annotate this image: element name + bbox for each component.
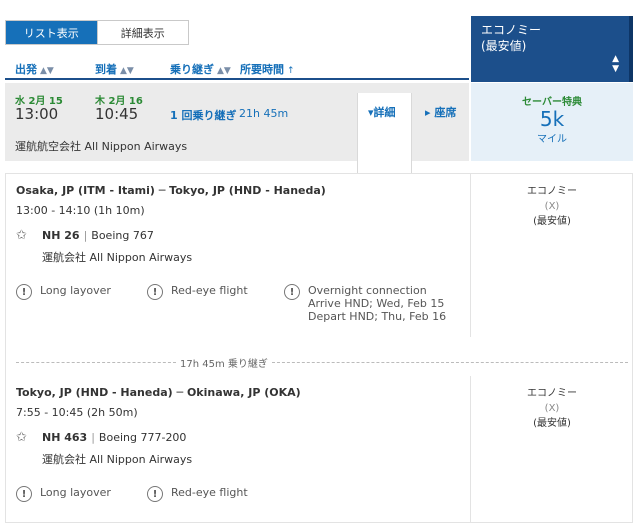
fare-unit: マイル <box>537 134 567 145</box>
sort-arrive[interactable]: 到着 ▲▼ <box>95 61 134 77</box>
sort-icon: ▲▼ <box>612 54 619 74</box>
seats-label: 座席 <box>434 106 457 119</box>
details-toggle[interactable]: ▾詳細 <box>368 104 396 120</box>
operated-by: 運航航空会社 All Nippon Airways <box>15 140 188 153</box>
warning-long-layover: ! Long layover <box>16 486 111 502</box>
details-tab[interactable]: ▾詳細 <box>357 93 412 173</box>
cabin-code: (X) <box>544 201 560 212</box>
fare-header-subtitle: (最安値) <box>481 39 527 53</box>
warning-long-layover: ! Long layover <box>16 284 111 300</box>
warning-icon: ! <box>284 284 300 300</box>
warning-red-eye: ! Red-eye flight <box>147 284 248 300</box>
sort-depart-label: 出発 <box>15 63 37 76</box>
overnight-depart: Depart HND; Thu, Feb 16 <box>308 310 447 323</box>
divider <box>272 362 628 363</box>
segment-route: Tokyo, JP (HND - Haneda) ─ Okinawa, JP (… <box>16 386 301 399</box>
fare-header-title: エコノミー <box>481 23 542 37</box>
segment-time: 13:00 - 14:10 (1h 10m) <box>16 204 145 217</box>
divider <box>470 376 471 522</box>
caret-right-icon: ▸ <box>425 106 435 119</box>
divider <box>16 362 176 363</box>
cabin-name: エコノミー <box>527 186 577 197</box>
segment-operated: 運航会社 All Nippon Airways <box>42 251 193 264</box>
flight-number: NH 463 <box>42 431 88 444</box>
list-view-button[interactable]: リスト表示 <box>6 21 97 44</box>
warning-icon: ! <box>147 284 163 300</box>
warning-text: Red-eye flight <box>171 284 248 297</box>
warning-icon: ! <box>16 284 32 300</box>
star-alliance-icon: ✩ <box>16 228 27 243</box>
warning-text: Long layover <box>40 284 111 297</box>
segment-route: Osaka, JP (ITM - Itami) ─ Tokyo, JP (HND… <box>16 184 326 197</box>
fare-type: セーバー特典 <box>522 97 582 108</box>
stops-link[interactable]: 1 回乗り継ぎ <box>170 107 236 123</box>
sort-depart[interactable]: 出発 ▲▼ <box>15 61 54 77</box>
sort-header: 出発 ▲▼ 到着 ▲▼ 乗り継ぎ ▲▼ 所要時間 ↑ <box>5 56 469 80</box>
fare-option[interactable]: セーバー特典 5k マイル <box>471 83 633 161</box>
aircraft: Boeing 777-200 <box>98 431 187 444</box>
warning-icon: ! <box>147 486 163 502</box>
overnight-title: Overnight connection <box>308 284 427 297</box>
segment-operated: 運航会社 All Nippon Airways <box>42 453 193 466</box>
warning-text: Red-eye flight <box>171 486 248 499</box>
sort-up-icon: ↑ <box>287 66 295 76</box>
flight-info: NH 463 | Boeing 777-200 <box>42 431 187 444</box>
cabin-info-1: エコノミー (X) (最安値) <box>473 184 631 229</box>
layover-divider: 17h 45m 乗り継ぎ <box>16 355 628 370</box>
warning-text: Long layover <box>40 486 111 499</box>
arrive-time: 10:45 <box>95 105 139 123</box>
sort-connections[interactable]: 乗り継ぎ ▲▼ <box>170 61 231 77</box>
flight-info: NH 26 | Boeing 767 <box>42 229 154 242</box>
warning-text: Overnight connection Arrive HND; Wed, Fe… <box>308 284 446 323</box>
flight-details-panel: Osaka, JP (ITM - Itami) ─ Tokyo, JP (HND… <box>5 173 633 523</box>
sort-connections-label: 乗り継ぎ <box>170 63 214 76</box>
warning-overnight: ! Overnight connection Arrive HND; Wed, … <box>284 284 446 323</box>
segment-time: 7:55 - 10:45 (2h 50m) <box>16 406 138 419</box>
layover-duration: 17h 45m 乗り継ぎ <box>176 355 272 370</box>
detail-view-button[interactable]: 詳細表示 <box>96 21 188 44</box>
flight-number: NH 26 <box>42 229 80 242</box>
sort-duration-label: 所要時間 <box>240 63 284 76</box>
seats-link[interactable]: ▸ 座席 <box>425 104 456 120</box>
cabin-note: (最安値) <box>533 216 571 227</box>
warning-red-eye: ! Red-eye flight <box>147 486 248 502</box>
star-alliance-icon: ✩ <box>16 430 27 445</box>
divider <box>470 174 471 337</box>
cabin-note: (最安値) <box>533 418 571 429</box>
aircraft: Boeing 767 <box>91 229 154 242</box>
warning-icon: ! <box>16 486 32 502</box>
depart-time: 13:00 <box>15 105 59 123</box>
sort-duration[interactable]: 所要時間 ↑ <box>240 61 295 77</box>
fare-amount: 5k <box>539 107 565 131</box>
sort-icon: ▲▼ <box>217 66 231 76</box>
cabin-name: エコノミー <box>527 388 577 399</box>
cabin-info-2: エコノミー (X) (最安値) <box>473 386 631 431</box>
view-toggle: リスト表示 詳細表示 <box>5 20 189 45</box>
header-edge <box>629 16 633 82</box>
overnight-arrive: Arrive HND; Wed, Feb 15 <box>308 297 445 310</box>
sort-icon: ▲▼ <box>40 66 54 76</box>
fare-column-header[interactable]: エコノミー (最安値) ▲ ▼ <box>471 16 629 82</box>
sort-arrive-label: 到着 <box>95 63 117 76</box>
details-label: 詳細 <box>373 106 396 119</box>
duration: 21h 45m <box>239 107 289 120</box>
sort-icon: ▲▼ <box>120 66 134 76</box>
cabin-code: (X) <box>544 403 560 414</box>
